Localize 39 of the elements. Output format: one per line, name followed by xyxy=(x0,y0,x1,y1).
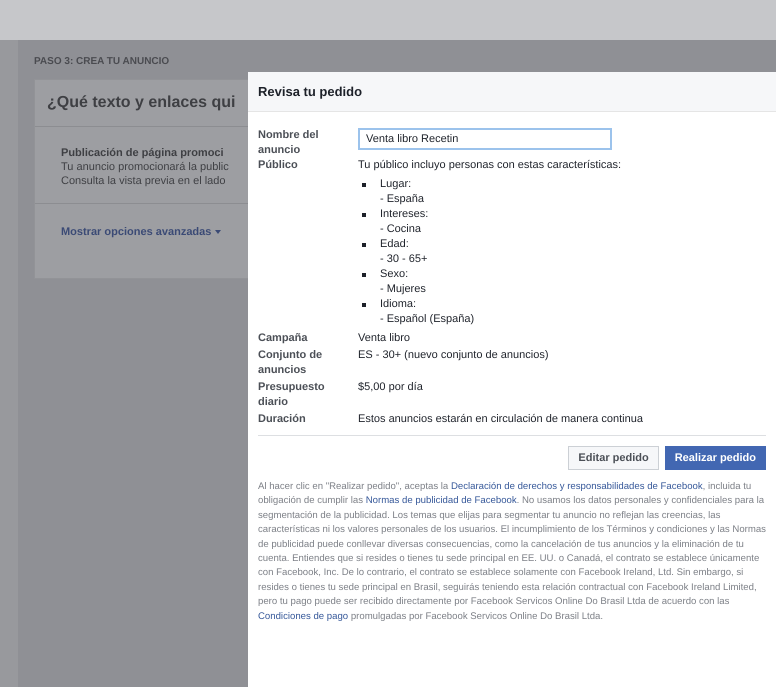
place-order-button[interactable]: Realizar pedido xyxy=(664,446,766,470)
bullet-icon xyxy=(362,243,366,247)
bullet-icon xyxy=(362,303,366,307)
bullet-icon xyxy=(362,213,366,217)
field-label: Presupuesto diario xyxy=(258,380,326,410)
step-heading: PASO 3: CREA TU ANUNCIO xyxy=(33,56,170,67)
criterion-value: - Mujeres xyxy=(380,282,426,297)
legal-link[interactable]: Declaración de derechos y responsabilidades de Facebook xyxy=(450,481,703,492)
audience-intro: Tu público incluyo personas con estas características: xyxy=(358,158,622,173)
criterion-value: - 30 - 65+ xyxy=(380,252,428,267)
legal-link[interactable]: Normas de publicidad de Facebook xyxy=(366,495,517,506)
dialog-title: Revisa tu pedido xyxy=(248,72,776,112)
bullet-icon xyxy=(362,273,366,277)
field-value: $5,00 por día xyxy=(358,380,424,395)
field-label: Campaña xyxy=(258,331,309,346)
criterion-title: Sexo: xyxy=(380,267,410,282)
criterion-value: - Español (España) xyxy=(380,312,474,327)
criterion-title: Idioma: xyxy=(380,297,418,312)
criterion-value: - Cocina xyxy=(380,222,422,237)
criterion-value: - España xyxy=(380,192,424,207)
caret-icon xyxy=(215,230,222,234)
criterion-title: Intereses: xyxy=(380,207,428,222)
criterion-title: Lugar: xyxy=(380,177,412,192)
field-value: ES - 30+ (nuevo conjunto de anuncios) xyxy=(358,348,550,363)
field-label: Duración xyxy=(258,412,307,427)
field-label: Público xyxy=(258,158,299,173)
section-text: Consulta la vista previa en el lado xyxy=(61,175,226,187)
legal-text: Al hacer clic en "Realizar pedido", aceptas la Declaración de derechos y responsabilidades de Facebook, incluida tu obligación de cumplir las Normas de publicidad de Facebook. No usamos los datos personales y confidenciales para la segmentación de la publicidad. Los temas que elijas para segmentar tu anuncio no reflejan las creencias, las características ni los valores personales de los usuarios. El incumplimiento de los Términos y condiciones y las Normas de publicidad puede conllevar diversas consecuencias, como la cancelación de tus anuncios y la eliminación de tu cuenta. Entiendes que si resides o tienes tu sede principal en EE. UU. o Canadá, el contrato se establece únicamente con Facebook, Inc. De lo contrario, el contrato se establece solamente con Facebook Ireland, Ltd. Sin embargo, si resides o tienes tu sede principal en Brasil, seguirás teniendo esta relación contractual con Facebook Ireland Limited, pero tu pago puede ser recibido directamente por Facebook Servicos Online Do Brasil Ltda de acuerdo con las Condiciones de pago promulgadas por Facebook Servicos Online Do Brasil Ltda. xyxy=(258,480,766,624)
section-title: Publicación de página promoci xyxy=(61,147,225,159)
field-label: Nombre del anuncio xyxy=(258,128,320,158)
field-value: Venta libro xyxy=(358,331,411,346)
ad-name-field[interactable]: Venta libro Recetin xyxy=(358,128,612,150)
section-text: Tu anuncio promocionará la public xyxy=(61,161,230,173)
criterion-title: Edad: xyxy=(380,237,410,252)
field-label: Conjunto de anuncios xyxy=(258,348,324,378)
bullet-icon xyxy=(362,183,366,187)
field-value: Estos anuncios estarán en circulación de manera continua xyxy=(358,412,644,427)
legal-link[interactable]: Condiciones de pago xyxy=(258,610,348,622)
edit-order-button[interactable]: Editar pedido xyxy=(568,446,659,470)
